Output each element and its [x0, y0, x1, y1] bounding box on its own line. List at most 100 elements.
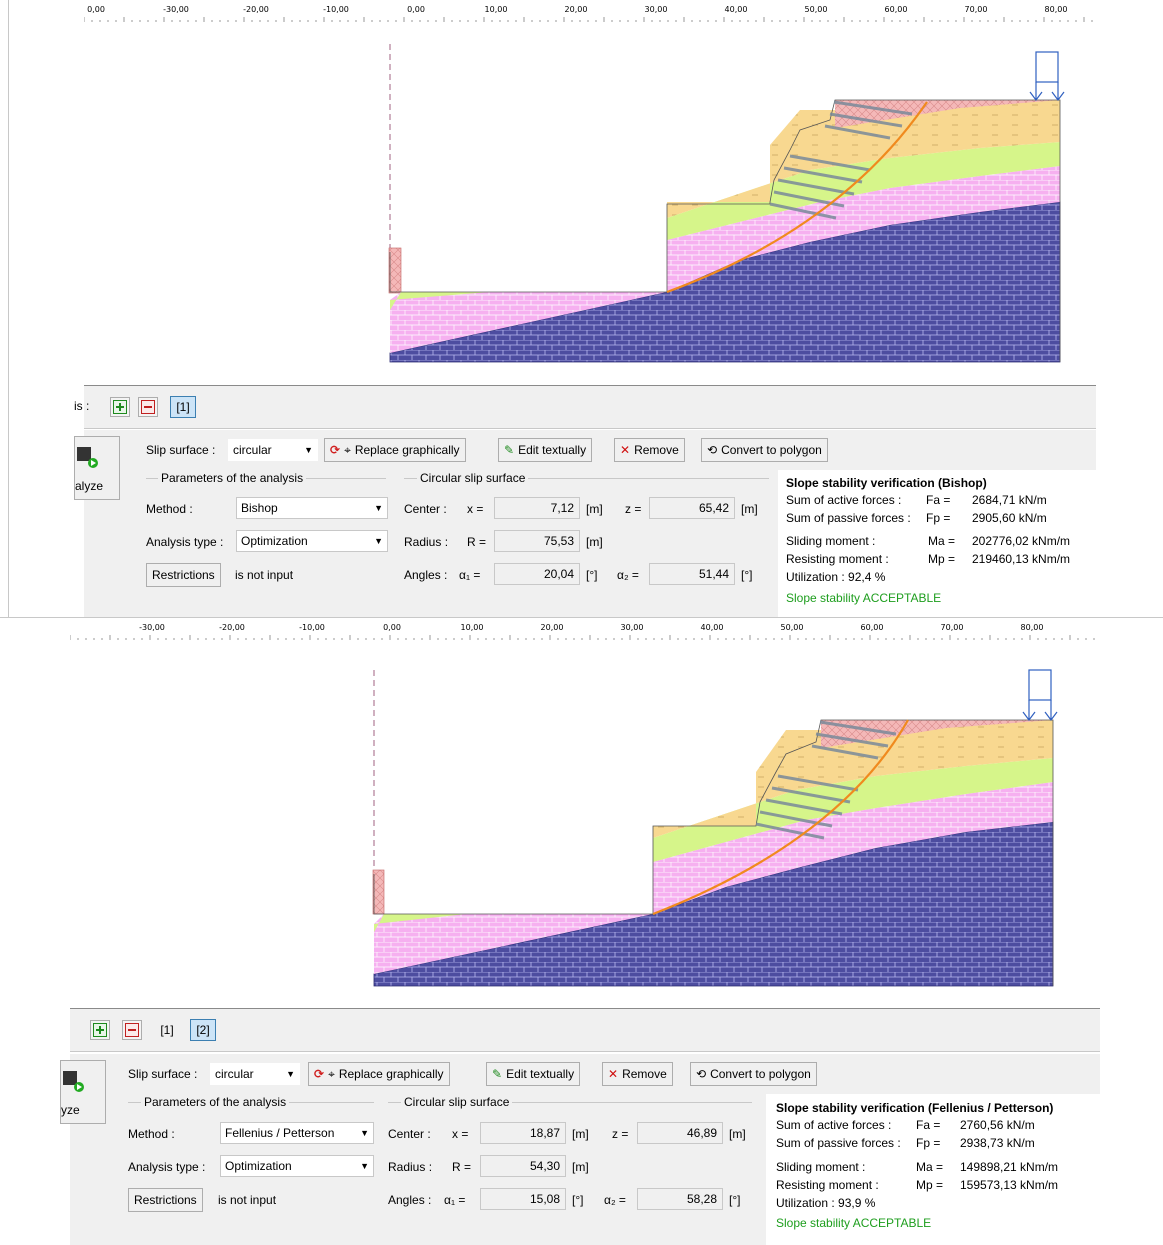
method-select[interactable]: Bishop ▼ — [236, 497, 388, 519]
ruler-tick-label: 80,00 — [1045, 5, 1068, 14]
edit-textually-button[interactable]: ✎ Edit textually — [498, 438, 593, 462]
ruler-tick-label: 20,00 — [541, 623, 564, 632]
remove-button[interactable]: ✕ Remove — [602, 1062, 673, 1086]
replace-graphically-button[interactable]: ⟳ ⌖ Replace graphically — [308, 1062, 450, 1086]
center-z-input[interactable]: 46,89 — [637, 1122, 723, 1144]
ruler-tick-label: 30,00 — [645, 5, 668, 14]
slip-surface-panel: alyze Slip surface : circular ▼ ⟳ ⌖ Replac… — [74, 430, 1096, 618]
geometry-canvas[interactable] — [356, 662, 1076, 995]
chevron-down-icon: ▼ — [286, 1069, 295, 1079]
ruler-tick-label: 0,00 — [87, 5, 105, 14]
alpha2-label: α₂ = — [604, 1193, 626, 1207]
passive-forces-symbol: Fp = — [926, 511, 951, 525]
center-label: Center : — [388, 1127, 431, 1141]
ruler-tick-label: 30,00 — [621, 623, 644, 632]
r-label: R = — [452, 1160, 472, 1174]
surcharge-load — [1029, 51, 1065, 101]
radius-input[interactable]: 54,30 — [480, 1155, 566, 1177]
active-forces-label: Sum of active forces : — [786, 493, 902, 507]
passive-forces-symbol: Fp = — [916, 1136, 941, 1150]
remove-label: Remove — [622, 1067, 667, 1081]
geometry-canvas[interactable] — [370, 30, 1090, 373]
ruler-tick-label: -10,00 — [299, 623, 325, 632]
method-select[interactable]: Fellenius / Petterson ▼ — [220, 1122, 374, 1144]
slip-surface-panel: yze Slip surface : circular ▼ ⟳ ⌖ Replace … — [60, 1054, 1100, 1245]
restrictions-status: is not input — [235, 568, 294, 582]
angles-label: Angles : — [404, 568, 448, 582]
remove-button[interactable]: ✕ Remove — [614, 438, 685, 462]
results-box: Slope stability verification (Fellenius … — [766, 1094, 1100, 1245]
ruler-tick-label: 70,00 — [941, 623, 964, 632]
analysis-type-select[interactable]: Optimization ▼ — [236, 530, 388, 552]
radius-label: Radius : — [388, 1160, 433, 1174]
circle-group-title: Circular slip surface — [417, 471, 529, 485]
slip-surface-select[interactable]: circular ▼ — [228, 439, 318, 461]
ruler-tick-label: 10,00 — [485, 5, 508, 14]
analysis-type-select[interactable]: Optimization ▼ — [220, 1155, 374, 1177]
add-stage-button[interactable] — [90, 1020, 110, 1040]
cursor-icon: ⌖ — [328, 1067, 335, 1081]
alpha1-unit: [°] — [586, 568, 598, 582]
ruler-tick-label: 60,00 — [885, 5, 908, 14]
x-label: x = — [467, 502, 484, 516]
replace-graphically-label: Replace graphically — [354, 443, 460, 457]
method-value: Bishop — [241, 501, 278, 515]
close-icon: ✕ — [608, 1067, 619, 1081]
horizontal-ruler: 0,00 -30,00 -20,00 -10,00 0,00 10,00 20,00 30,0… — [84, 0, 1096, 26]
radius-input[interactable]: 75,53 — [494, 530, 580, 552]
center-x-input[interactable]: 7,12 — [494, 497, 580, 519]
results-title: Slope stability verification (Fellenius … — [776, 1101, 1054, 1115]
remove-stage-button[interactable] — [138, 397, 158, 417]
analyze-button[interactable]: alyze — [74, 436, 120, 500]
radius-unit: [m] — [586, 535, 603, 549]
analyze-button[interactable]: yze — [60, 1060, 106, 1124]
convert-to-polygon-button[interactable]: ⟲ Convert to polygon — [690, 1062, 817, 1086]
passive-forces-value: 2905,60 kN/m — [972, 511, 1047, 525]
stage-tab-2[interactable]: [2] — [190, 1019, 216, 1041]
minus-icon — [125, 1023, 139, 1037]
sliding-moment-symbol: Ma = — [928, 534, 956, 548]
edit-textually-button[interactable]: ✎ Edit textually — [486, 1062, 581, 1086]
stage-toolbar: [1] [2] — [70, 1008, 1100, 1052]
restrictions-button[interactable]: Restrictions — [146, 563, 221, 587]
x-unit: [m] — [586, 502, 603, 516]
alpha2-label: α₂ = — [617, 568, 639, 582]
resisting-moment-symbol: Mp = — [916, 1178, 944, 1192]
active-forces-value: 2684,71 kN/m — [972, 493, 1047, 507]
convert-to-polygon-button[interactable]: ⟲ Convert to polygon — [701, 438, 828, 462]
method-label: Method : — [146, 502, 193, 516]
center-label: Center : — [404, 502, 447, 516]
add-stage-button[interactable] — [110, 397, 130, 417]
params-group-title: Parameters of the analysis — [158, 471, 307, 485]
sliding-moment-symbol: Ma = — [916, 1160, 944, 1174]
replace-graphically-button[interactable]: ⟳ ⌖ Replace graphically — [324, 438, 466, 462]
verdict-text: Slope stability ACCEPTABLE — [776, 1216, 932, 1230]
active-forces-value: 2760,56 kN/m — [960, 1118, 1035, 1132]
slip-surface-select[interactable]: circular ▼ — [210, 1063, 300, 1085]
passive-forces-label: Sum of passive forces : — [786, 511, 911, 525]
stage-tab-1[interactable]: [1] — [170, 396, 196, 418]
analysis-pane-1: 0,00 -30,00 -20,00 -10,00 0,00 10,00 20,00 30,0… — [0, 0, 1163, 618]
ruler-tick-label: -10,00 — [323, 5, 349, 14]
alpha2-input[interactable]: 51,44 — [649, 563, 735, 585]
ruler-tick-label: 40,00 — [725, 5, 748, 14]
r-label: R = — [467, 535, 487, 549]
x-unit: [m] — [572, 1127, 589, 1141]
remove-stage-button[interactable] — [122, 1020, 142, 1040]
analyze-icon — [63, 1071, 84, 1092]
convert-icon: ⟲ — [707, 443, 718, 457]
ruler-tick-label: 40,00 — [701, 623, 724, 632]
alpha2-input[interactable]: 58,28 — [637, 1188, 723, 1210]
alpha1-input[interactable]: 15,08 — [480, 1188, 566, 1210]
replace-graphically-label: Replace graphically — [338, 1067, 444, 1081]
ruler-tick-label: 70,00 — [965, 5, 988, 14]
alpha1-label: α₁ = — [459, 568, 481, 582]
stage-tab-1[interactable]: [1] — [154, 1019, 180, 1041]
center-x-input[interactable]: 18,87 — [480, 1122, 566, 1144]
restrictions-button[interactable]: Restrictions — [128, 1188, 203, 1212]
center-z-input[interactable]: 65,42 — [649, 497, 735, 519]
restrictions-label: Restrictions — [134, 1193, 197, 1207]
alpha1-input[interactable]: 20,04 — [494, 563, 580, 585]
plus-icon — [93, 1023, 107, 1037]
active-forces-symbol: Fa = — [926, 493, 951, 507]
